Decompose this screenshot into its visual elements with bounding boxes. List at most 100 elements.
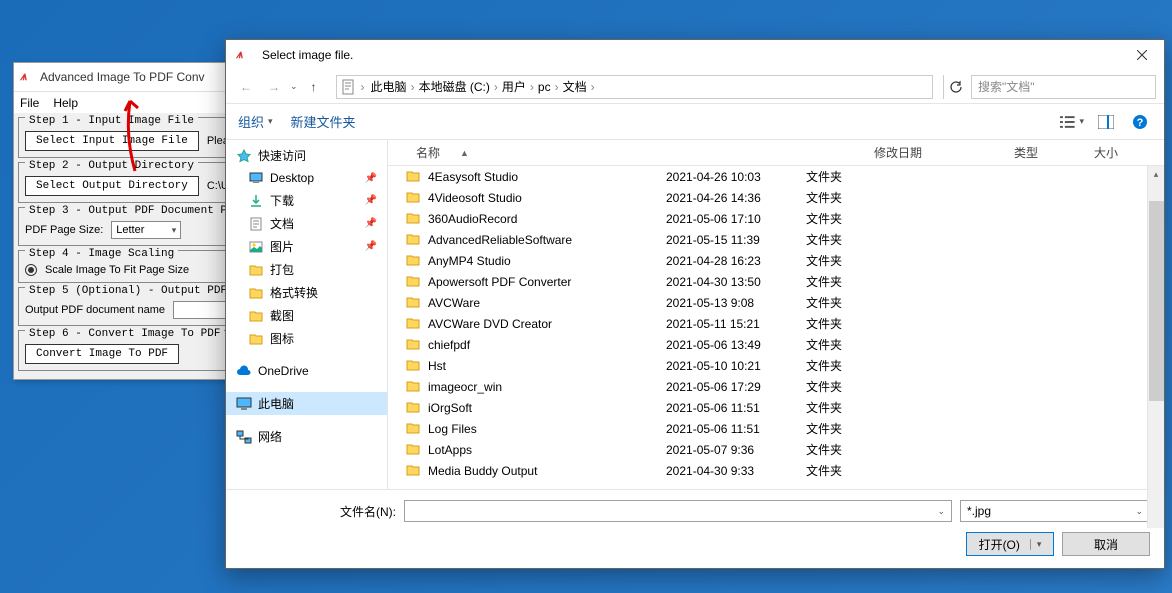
file-row[interactable]: 360AudioRecord2021-05-06 17:10文件夹	[388, 208, 1164, 229]
file-name: AVCWare	[428, 296, 480, 310]
sidebar-item[interactable]: Desktop📌	[226, 167, 387, 189]
organize-button[interactable]: 组织 ▾	[238, 112, 273, 131]
step6-legend: Step 6 - Convert Image To PDF	[25, 328, 224, 340]
app-logo-icon: ⩚	[20, 69, 36, 85]
sidebar-item[interactable]: 图片📌	[226, 235, 387, 258]
file-row[interactable]: AnyMP4 Studio2021-04-28 16:23文件夹	[388, 250, 1164, 271]
file-row[interactable]: AVCWare DVD Creator2021-05-11 15:21文件夹	[388, 313, 1164, 334]
page-size-dropdown[interactable]: Letter▾	[111, 221, 181, 239]
file-row[interactable]: AdvancedReliableSoftware2021-05-15 11:39…	[388, 229, 1164, 250]
file-row[interactable]: chiefpdf2021-05-06 13:49文件夹	[388, 334, 1164, 355]
menu-file[interactable]: File	[20, 96, 39, 110]
column-date[interactable]: 修改日期	[864, 144, 1004, 161]
vertical-scrollbar[interactable]: ▴	[1147, 166, 1164, 528]
new-folder-button[interactable]: 新建文件夹	[291, 112, 356, 131]
folder-icon	[248, 262, 264, 278]
sidebar-item-label: 图标	[270, 330, 294, 347]
sidebar-item[interactable]: 打包	[226, 258, 387, 281]
cancel-button[interactable]: 取消	[1062, 532, 1150, 556]
refresh-button[interactable]	[943, 75, 967, 99]
address-bar[interactable]: › 此电脑›本地磁盘 (C:)›用户›pc›文档›	[336, 75, 933, 99]
desktop-icon	[248, 170, 264, 186]
sidebar-item[interactable]: 截图	[226, 304, 387, 327]
sidebar-item[interactable]: 文档📌	[226, 212, 387, 235]
file-date: 2021-05-06 11:51	[656, 401, 796, 415]
menu-help[interactable]: Help	[53, 96, 78, 110]
file-row[interactable]: LotApps2021-05-07 9:36文件夹	[388, 439, 1164, 460]
view-list-icon	[1060, 115, 1079, 129]
file-row[interactable]: imageocr_win2021-05-06 17:29文件夹	[388, 376, 1164, 397]
file-row[interactable]: Log Files2021-05-06 11:51文件夹	[388, 418, 1164, 439]
folder-icon	[406, 380, 422, 394]
column-type[interactable]: 类型	[1004, 144, 1084, 161]
file-type: 文件夹	[796, 231, 876, 248]
help-button[interactable]: ?	[1128, 110, 1152, 134]
file-row[interactable]: 4Videosoft Studio2021-04-26 14:36文件夹	[388, 187, 1164, 208]
step5-legend: Step 5 (Optional) - Output PDF	[25, 285, 231, 297]
select-input-image-button[interactable]: Select Input Image File	[25, 131, 199, 151]
breadcrumb-segment[interactable]: 用户	[500, 76, 528, 97]
chevron-right-icon: ›	[411, 80, 415, 94]
scroll-thumb[interactable]	[1149, 201, 1164, 401]
folder-icon	[406, 170, 422, 184]
star-icon	[236, 148, 252, 164]
scale-radio[interactable]	[25, 264, 37, 276]
filetype-select[interactable]: *.jpg ⌄	[960, 500, 1150, 522]
close-button[interactable]	[1119, 40, 1164, 70]
search-input[interactable]: 搜索"文档"	[971, 75, 1156, 99]
step4-radio-label: Scale Image To Fit Page Size	[45, 264, 189, 276]
file-type: 文件夹	[796, 336, 876, 353]
file-row[interactable]: Apowersoft PDF Converter2021-04-30 13:50…	[388, 271, 1164, 292]
chevron-right-icon: ›	[361, 80, 365, 94]
help-icon: ?	[1132, 114, 1148, 130]
app-title: Advanced Image To PDF Conv	[40, 70, 205, 84]
sidebar-item-label: 格式转换	[270, 284, 318, 301]
filename-input[interactable]: ⌄	[404, 500, 952, 522]
sidebar-network[interactable]: 网络	[226, 425, 387, 448]
sidebar-onedrive[interactable]: OneDrive	[226, 360, 387, 382]
sidebar-item[interactable]: 下载📌	[226, 189, 387, 212]
column-size[interactable]: 大小	[1084, 144, 1164, 161]
breadcrumb-segment[interactable]: 此电脑	[369, 76, 409, 97]
sidebar-item-label: Desktop	[270, 171, 314, 185]
convert-button[interactable]: Convert Image To PDF	[25, 344, 179, 364]
select-output-directory-button[interactable]: Select Output Directory	[25, 176, 199, 196]
open-button[interactable]: 打开(O)▾	[966, 532, 1054, 556]
svg-text:?: ?	[1137, 117, 1144, 129]
view-options-button[interactable]: ▾	[1060, 110, 1084, 134]
file-row[interactable]: AVCWare2021-05-13 9:08文件夹	[388, 292, 1164, 313]
sidebar-item-label: 下载	[270, 192, 294, 209]
sidebar-item[interactable]: 图标	[226, 327, 387, 350]
sidebar-quick-access[interactable]: 快速访问	[226, 144, 387, 167]
file-list[interactable]: 4Easysoft Studio2021-04-26 10:03文件夹4Vide…	[388, 166, 1164, 489]
file-date: 2021-05-13 9:08	[656, 296, 796, 310]
sidebar-this-pc[interactable]: 此电脑	[226, 392, 387, 415]
dialog-toolbar: 组织 ▾ 新建文件夹 ▾ ?	[226, 104, 1164, 140]
nav-history-dropdown[interactable]: ⌄	[290, 81, 298, 92]
sidebar-item[interactable]: 格式转换	[226, 281, 387, 304]
nav-back-button[interactable]: ←	[234, 75, 258, 99]
breadcrumb-segment[interactable]: pc	[536, 78, 553, 96]
breadcrumb-segment[interactable]: 文档	[561, 76, 589, 97]
file-date: 2021-05-15 11:39	[656, 233, 796, 247]
breadcrumb-segment[interactable]: 本地磁盘 (C:)	[417, 76, 492, 97]
chevron-right-icon: ›	[494, 80, 498, 94]
file-date: 2021-05-06 11:51	[656, 422, 796, 436]
preview-pane-button[interactable]	[1094, 110, 1118, 134]
sidebar-item-label: 图片	[270, 238, 294, 255]
nav-forward-button[interactable]: →	[262, 75, 286, 99]
documents-icon	[248, 216, 264, 232]
dialog-main: 快速访问 Desktop📌下载📌文档📌图片📌打包格式转换截图图标 OneDriv…	[226, 140, 1164, 489]
column-name[interactable]: 名称 ▲	[388, 144, 864, 161]
file-row[interactable]: iOrgSoft2021-05-06 11:51文件夹	[388, 397, 1164, 418]
file-row[interactable]: 4Easysoft Studio2021-04-26 10:03文件夹	[388, 166, 1164, 187]
scroll-up-icon[interactable]: ▴	[1148, 166, 1164, 183]
file-row[interactable]: Media Buddy Output2021-04-30 9:33文件夹	[388, 460, 1164, 481]
file-row[interactable]: Hst2021-05-10 10:21文件夹	[388, 355, 1164, 376]
network-icon	[236, 429, 252, 445]
folder-icon	[406, 296, 422, 310]
nav-up-button[interactable]: ↑	[302, 75, 326, 99]
documents-icon	[341, 79, 357, 95]
folder-icon	[248, 308, 264, 324]
file-type: 文件夹	[796, 420, 876, 437]
